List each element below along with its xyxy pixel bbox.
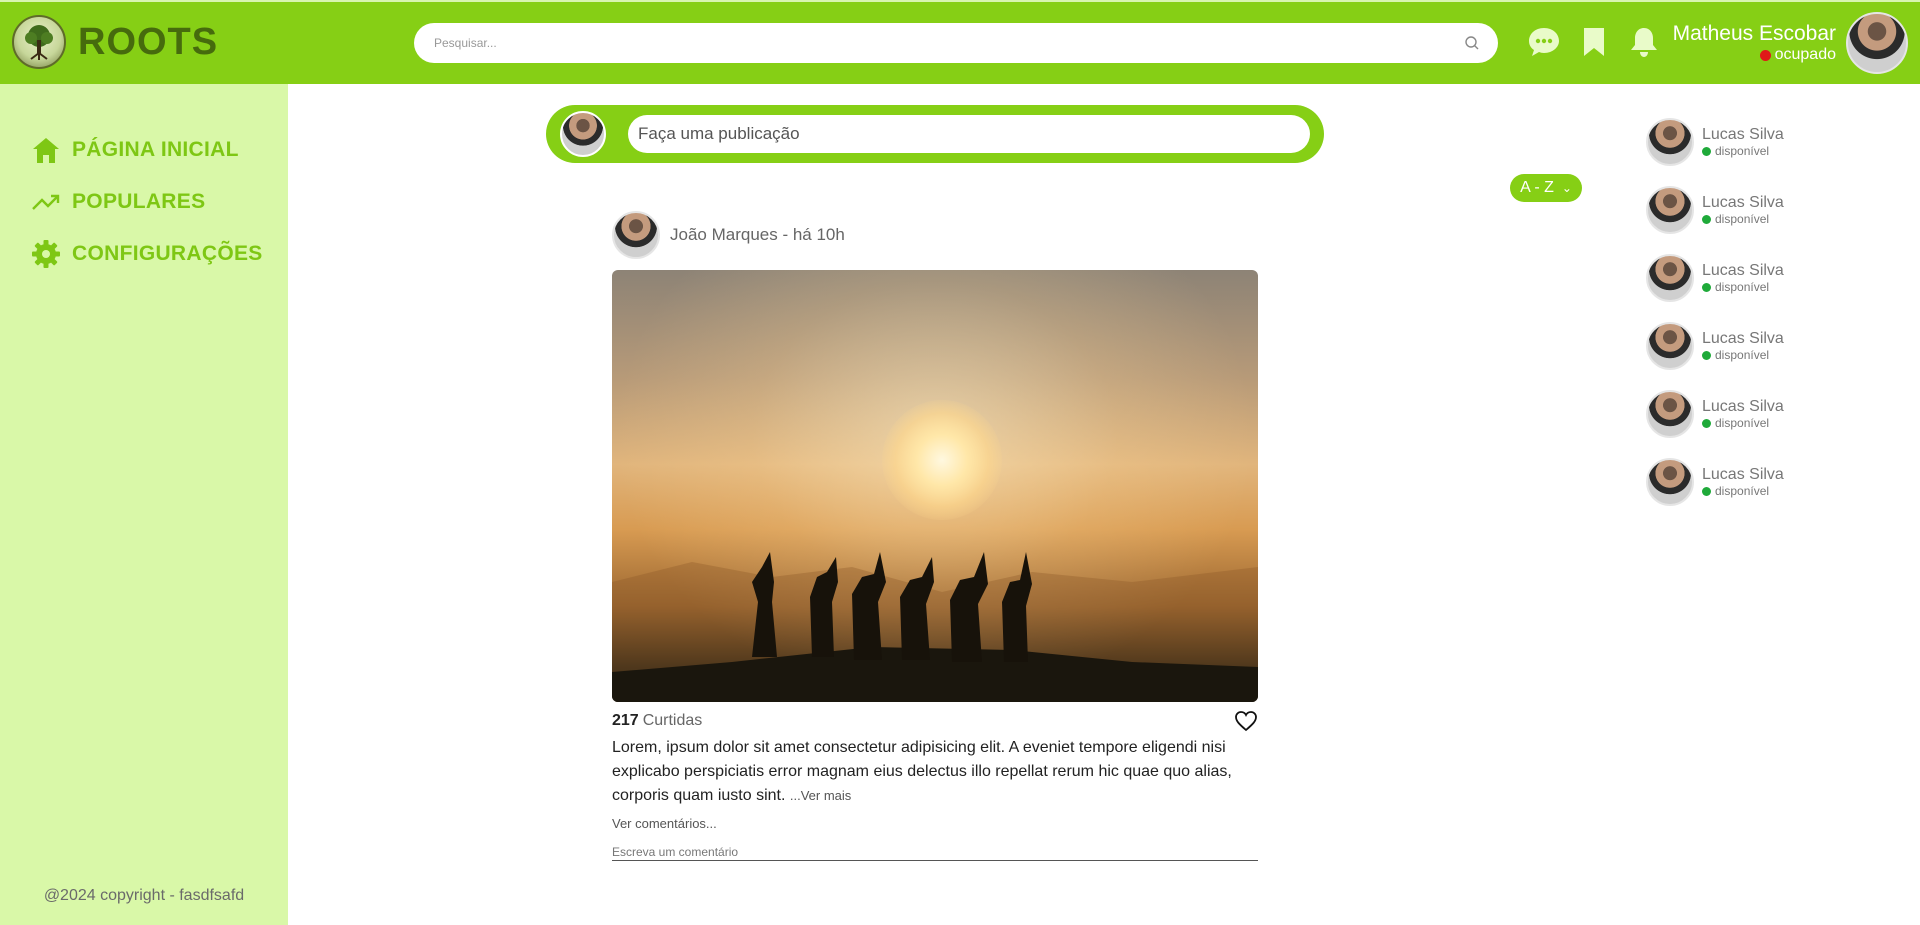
friend-status: disponível (1702, 144, 1784, 158)
friend-status: disponível (1702, 348, 1784, 362)
user-info: Matheus Escobar ocupado (1673, 22, 1836, 64)
view-comments-link[interactable]: Ver comentários... (612, 816, 1258, 831)
chevron-down-icon: ⌄ (1561, 181, 1572, 195)
friend-info: Lucas Silva disponível (1702, 262, 1784, 294)
post-card: João Marques - há 10h 217 Curtidas Lorem… (612, 210, 1258, 861)
bookmark-icon[interactable] (1576, 22, 1612, 62)
busy-status-dot (1759, 49, 1771, 61)
likes-row: 217 Curtidas (612, 710, 1258, 732)
friend-status: disponível (1702, 280, 1784, 294)
friends-list: Lucas Silva disponível Lucas Silva dispo… (1646, 108, 1784, 516)
friend-avatar (1646, 458, 1694, 506)
likes-summary: 217 Curtidas (612, 712, 702, 730)
user-profile[interactable]: Matheus Escobar ocupado (1673, 10, 1908, 76)
composer-avatar (560, 111, 606, 157)
friend-info: Lucas Silva disponível (1702, 194, 1784, 226)
post-body: Lorem, ipsum dolor sit amet consectetur … (612, 736, 1258, 808)
friend-status: disponível (1702, 212, 1784, 226)
sidebar-item-popular[interactable]: POPULARES (30, 176, 263, 228)
trending-up-icon (30, 186, 62, 218)
post-composer: Faça uma publicação (546, 105, 1324, 163)
available-status-dot (1702, 486, 1711, 496)
user-status: ocupado (1673, 46, 1836, 64)
friend-info: Lucas Silva disponível (1702, 330, 1784, 362)
friend-name: Lucas Silva (1702, 330, 1784, 347)
post-header: João Marques - há 10h (612, 210, 1258, 260)
friend-info: Lucas Silva disponível (1702, 398, 1784, 430)
user-name: Matheus Escobar (1672, 22, 1836, 45)
copyright-text: @2024 copyright - fasdfsafd (43, 887, 245, 904)
available-status-dot (1702, 350, 1711, 360)
tree-logo-icon (12, 15, 66, 69)
friend-info: Lucas Silva disponível (1702, 126, 1784, 158)
available-status-dot (1702, 418, 1711, 428)
friend-status: disponível (1702, 484, 1784, 498)
sidebar-item-label: PÁGINA INICIAL (72, 138, 239, 161)
post-image[interactable] (612, 270, 1258, 702)
available-status-dot (1702, 214, 1711, 224)
post-text: Lorem, ipsum dolor sit amet consectetur … (612, 739, 1232, 804)
list-item[interactable]: Lucas Silva disponível (1646, 380, 1784, 448)
available-status-dot (1702, 146, 1711, 156)
brand[interactable]: ROOTS (12, 14, 218, 70)
available-status-dot (1702, 282, 1711, 292)
friend-name: Lucas Silva (1702, 126, 1784, 143)
friend-avatar (1646, 390, 1694, 438)
friend-status: disponível (1702, 416, 1784, 430)
list-item[interactable]: Lucas Silva disponível (1646, 108, 1784, 176)
sidebar-item-label: POPULARES (72, 190, 206, 213)
friend-avatar (1646, 322, 1694, 370)
friend-avatar (1646, 254, 1694, 302)
search-input[interactable] (434, 36, 1464, 50)
bell-icon[interactable] (1626, 22, 1662, 62)
post-author-line: João Marques - há 10h (670, 225, 845, 244)
gear-icon (30, 238, 62, 270)
post-author[interactable]: João Marques (670, 225, 778, 244)
chat-bubble-icon[interactable] (1526, 22, 1562, 62)
sidebar-item-home[interactable]: PÁGINA INICIAL (30, 124, 263, 176)
friend-status-label: disponível (1715, 144, 1770, 158)
friend-name: Lucas Silva (1702, 194, 1784, 211)
friend-info: Lucas Silva disponível (1702, 466, 1784, 498)
sort-dropdown[interactable]: A - Z ⌄ (1510, 174, 1582, 202)
composer-input[interactable]: Faça uma publicação (628, 115, 1310, 153)
friend-status-label: disponível (1715, 280, 1770, 294)
likes-label: Curtidas (642, 712, 703, 729)
sidebar-item-settings[interactable]: CONFIGURAÇÕES (30, 228, 263, 280)
search-bar (414, 23, 1498, 63)
see-more-link[interactable]: ...Ver mais (790, 788, 851, 803)
brand-name: ROOTS (78, 20, 219, 63)
friend-status-label: disponível (1715, 348, 1770, 362)
list-item[interactable]: Lucas Silva disponível (1646, 448, 1784, 516)
user-status-label: ocupado (1774, 46, 1836, 63)
list-item[interactable]: Lucas Silva disponível (1646, 312, 1784, 380)
friend-name: Lucas Silva (1702, 398, 1784, 415)
top-bar: ROOTS Pesquisar... Matheus Escobar ocupa… (0, 0, 1920, 84)
friend-avatar (1646, 186, 1694, 234)
heart-icon[interactable] (1234, 710, 1258, 732)
sidebar-item-label: CONFIGURAÇÕES (72, 242, 263, 265)
sort-label: A - Z (1520, 179, 1554, 196)
friend-status-label: disponível (1715, 212, 1770, 226)
friend-status-label: disponível (1715, 416, 1770, 430)
home-icon (30, 134, 62, 166)
likes-count: 217 (612, 712, 639, 729)
post-time: há 10h (792, 225, 845, 244)
author-avatar[interactable] (612, 211, 660, 259)
image-sun (882, 400, 1002, 520)
silhouette-group-illustration (612, 552, 1258, 702)
friend-name: Lucas Silva (1702, 466, 1784, 483)
friend-avatar (1646, 118, 1694, 166)
search-icon[interactable] (1464, 35, 1480, 51)
header-actions (1526, 22, 1662, 62)
list-item[interactable]: Lucas Silva disponível (1646, 176, 1784, 244)
comment-input[interactable] (612, 845, 1258, 861)
friend-status-label: disponível (1715, 484, 1770, 498)
friend-name: Lucas Silva (1702, 262, 1784, 279)
user-avatar[interactable] (1846, 12, 1908, 74)
sidebar-nav: PÁGINA INICIAL POPULARES CONFIGURAÇÕES (30, 124, 263, 280)
list-item[interactable]: Lucas Silva disponível (1646, 244, 1784, 312)
sidebar: PÁGINA INICIAL POPULARES CONFIGURAÇÕES @… (0, 84, 288, 925)
